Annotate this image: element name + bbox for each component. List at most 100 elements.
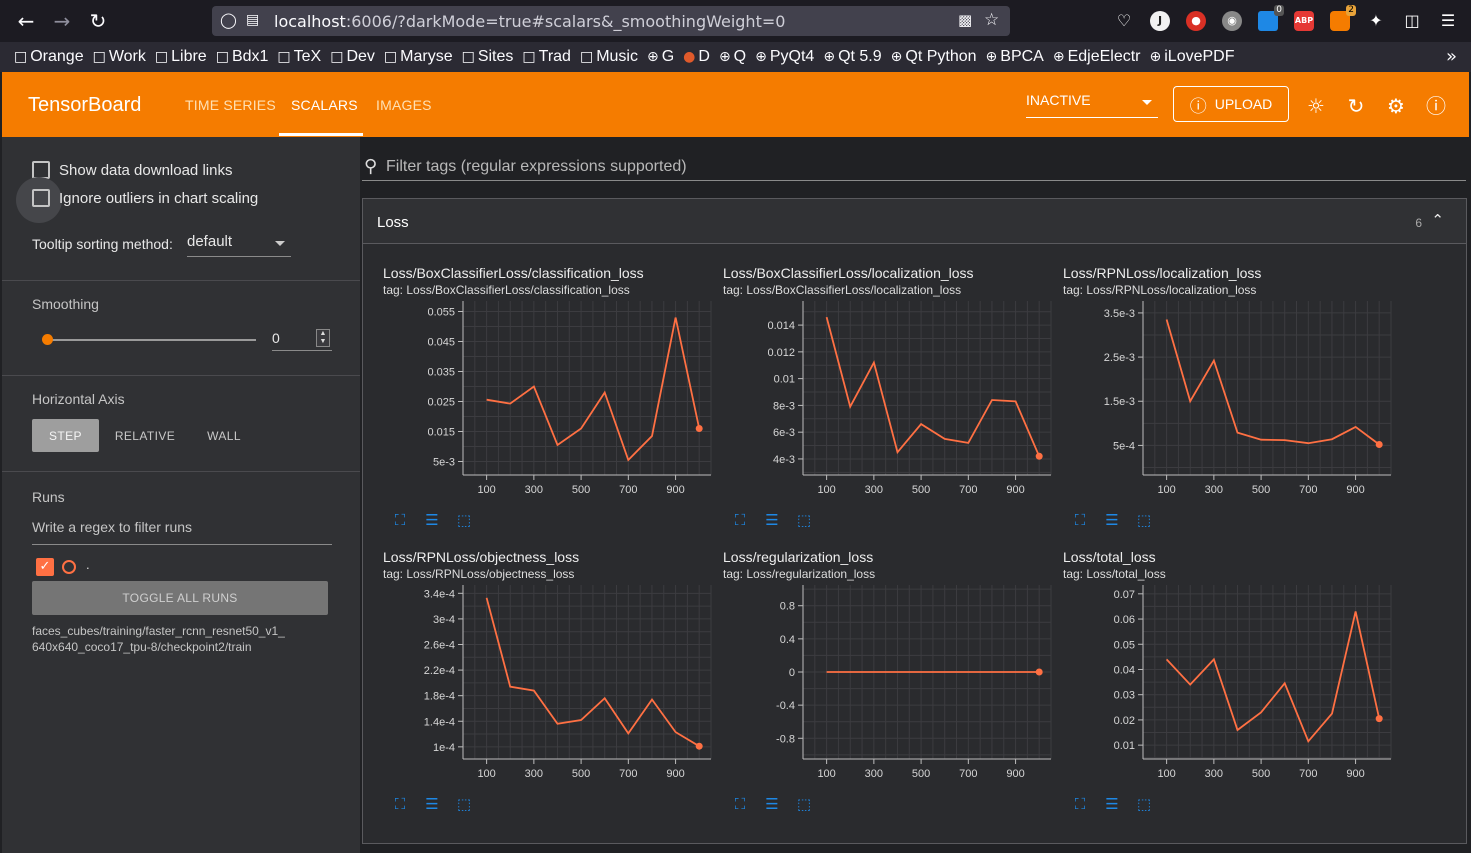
bookmark-item[interactable]: □ Bdx1 xyxy=(216,48,269,66)
adblock-icon[interactable]: ABP xyxy=(1294,11,1314,31)
url-bar[interactable]: ◯ ▤ localhost:6006/?darkMode=true#scalar… xyxy=(212,6,1010,36)
axis-relative-button[interactable]: RELATIVE xyxy=(108,419,182,452)
bookmark-item[interactable]: ⊕ Q xyxy=(719,48,746,66)
more-bookmarks-icon[interactable]: » xyxy=(1446,46,1457,67)
screen-share-icon[interactable]: ▩ xyxy=(958,11,972,29)
fullscreen-icon[interactable]: ⛶ xyxy=(731,795,749,813)
data-table-icon[interactable]: ☰ xyxy=(763,795,781,813)
fullscreen-icon[interactable]: ⛶ xyxy=(1071,795,1089,813)
upload-button[interactable]: ⓘ UPLOAD xyxy=(1173,86,1289,122)
chevron-up-icon[interactable]: ⌃ xyxy=(1431,211,1444,229)
bookmark-item[interactable]: □ Maryse xyxy=(384,48,453,66)
smoothing-slider-thumb[interactable] xyxy=(42,334,53,345)
data-table-icon[interactable]: ☰ xyxy=(1103,795,1121,813)
x-tick-label: 300 xyxy=(1205,768,1223,780)
bookmark-item[interactable]: □ Orange xyxy=(14,48,84,66)
bookmark-item[interactable]: ⊕ EdjeElectr xyxy=(1053,48,1141,66)
tab-scalars[interactable]: SCALARS xyxy=(291,97,358,113)
extensions-puzzle-icon[interactable]: ◫ xyxy=(1402,11,1422,31)
help-icon[interactable]: ⓘ xyxy=(1424,94,1448,118)
tab-images[interactable]: IMAGES xyxy=(376,97,432,113)
bookmark-item[interactable]: ⊕ G xyxy=(647,48,674,66)
y-tick-label: 0 xyxy=(789,667,795,679)
chart-toolbar: ⛶ ☰ ⬚ xyxy=(731,511,813,529)
checkbox-box[interactable] xyxy=(32,189,50,207)
fullscreen-icon[interactable]: ⛶ xyxy=(391,511,409,529)
back-arrow-icon[interactable]: ← xyxy=(14,9,38,33)
y-tick-label: 2.6e-4 xyxy=(424,639,455,651)
y-tick-label: 1.5e-3 xyxy=(1104,396,1135,408)
divider xyxy=(2,375,360,376)
bookmark-item[interactable]: □ Music xyxy=(580,48,638,66)
bookmark-item[interactable]: ⊕ BPCA xyxy=(986,48,1044,66)
bookmark-item[interactable]: □ Trad xyxy=(522,48,571,66)
bookmark-item[interactable]: □ Sites xyxy=(462,48,514,66)
counter-extension-icon[interactable]: 0 xyxy=(1258,5,1284,31)
fit-domain-icon[interactable]: ⬚ xyxy=(1135,795,1153,813)
tag-filter-bar[interactable]: ⚲ Filter tags (regular expressions suppo… xyxy=(362,150,1466,181)
bookmark-item[interactable]: ⊕ iLovePDF xyxy=(1150,48,1235,66)
bookmark-item[interactable]: ⊕ PyQt4 xyxy=(755,48,814,66)
tag-filter-input[interactable]: Filter tags (regular expressions support… xyxy=(386,158,687,176)
y-tick-label: 1.4e-4 xyxy=(424,716,455,728)
show-download-links-checkbox[interactable]: Show data download links xyxy=(32,161,232,179)
reload-icon[interactable]: ↻ xyxy=(86,9,110,33)
bookmark-item[interactable]: □ TeX xyxy=(277,48,321,66)
privacy-extension-icon[interactable]: ◉ xyxy=(1222,11,1242,31)
smoothing-slider-track[interactable] xyxy=(48,339,256,341)
inactive-plugins-select[interactable]: INACTIVE xyxy=(1026,92,1158,118)
tooltip-sorting-select[interactable]: default xyxy=(187,233,291,257)
data-table-icon[interactable]: ☰ xyxy=(423,511,441,529)
fit-domain-icon[interactable]: ⬚ xyxy=(455,511,473,529)
axis-wall-button[interactable]: WALL xyxy=(194,419,254,452)
fit-domain-icon[interactable]: ⬚ xyxy=(795,795,813,813)
data-table-icon[interactable]: ☰ xyxy=(1103,511,1121,529)
spinner-arrows-icon[interactable]: ▲ ▼ xyxy=(316,329,330,347)
bookmark-item[interactable]: □ Libre xyxy=(155,48,207,66)
axis-step-button[interactable]: STEP xyxy=(32,419,99,452)
x-tick-label: 700 xyxy=(959,484,977,496)
toggle-all-runs-button[interactable]: TOGGLE ALL RUNS xyxy=(32,581,328,615)
fullscreen-icon[interactable]: ⛶ xyxy=(391,795,409,813)
bookmark-label: Maryse xyxy=(400,48,453,65)
smoothing-input[interactable]: 0 ▲ ▼ xyxy=(272,327,332,351)
bookmark-item[interactable]: ⊕ Qt Python xyxy=(891,48,977,66)
shield-icon[interactable]: ◯ xyxy=(220,11,237,29)
duckduckgo-extension-icon[interactable]: ● xyxy=(1186,11,1206,31)
bookmark-label: Work xyxy=(108,48,146,65)
ignore-outliers-checkbox[interactable]: Ignore outliers in chart scaling xyxy=(32,189,258,207)
bookmark-label: BPCA xyxy=(1000,48,1044,65)
dark-mode-icon[interactable]: ☼ xyxy=(1304,94,1328,118)
pocket-icon[interactable]: ♡ xyxy=(1114,11,1134,31)
last-point-marker xyxy=(695,425,703,432)
forward-arrow-icon[interactable]: → xyxy=(50,9,74,33)
metamask-icon[interactable]: 2 xyxy=(1330,5,1356,31)
fullscreen-icon[interactable]: ⛶ xyxy=(731,511,749,529)
tab-time-series[interactable]: TIME SERIES xyxy=(185,97,276,113)
fit-domain-icon[interactable]: ⬚ xyxy=(795,511,813,529)
group-header[interactable]: Loss 6 ⌃ xyxy=(363,199,1466,244)
data-table-icon[interactable]: ☰ xyxy=(763,511,781,529)
squirrel-extension-icon[interactable]: ✦ xyxy=(1366,11,1386,31)
menu-hamburger-icon[interactable]: ☰ xyxy=(1438,11,1458,31)
bookmark-item[interactable]: □ Dev xyxy=(330,48,375,66)
bookmark-item[interactable]: □ Work xyxy=(93,48,146,66)
run-checkbox[interactable]: ✓ xyxy=(36,558,54,576)
fullscreen-icon[interactable]: ⛶ xyxy=(1071,511,1089,529)
fit-domain-icon[interactable]: ⬚ xyxy=(1135,511,1153,529)
refresh-icon[interactable]: ↻ xyxy=(1344,94,1368,118)
globe-icon: ⊕ xyxy=(646,49,659,65)
settings-gear-icon[interactable]: ⚙ xyxy=(1384,94,1408,118)
bookmark-item[interactable]: ● D xyxy=(683,48,710,66)
j-extension-icon[interactable]: J xyxy=(1150,11,1170,31)
url-text[interactable]: localhost:6006/?darkMode=true#scalars&_s… xyxy=(274,12,785,31)
data-table-icon[interactable]: ☰ xyxy=(423,795,441,813)
bookmark-item[interactable]: ⊕ Qt 5.9 xyxy=(823,48,881,66)
runs-filter-input[interactable]: Write a regex to filter runs xyxy=(32,519,332,545)
run-color-swatch[interactable] xyxy=(62,560,76,574)
fit-domain-icon[interactable]: ⬚ xyxy=(455,795,473,813)
page-info-icon[interactable]: ▤ xyxy=(246,12,259,28)
bookmark-label: iLovePDF xyxy=(1164,48,1235,65)
bookmark-star-icon[interactable]: ☆ xyxy=(984,10,999,30)
divider xyxy=(2,280,360,281)
